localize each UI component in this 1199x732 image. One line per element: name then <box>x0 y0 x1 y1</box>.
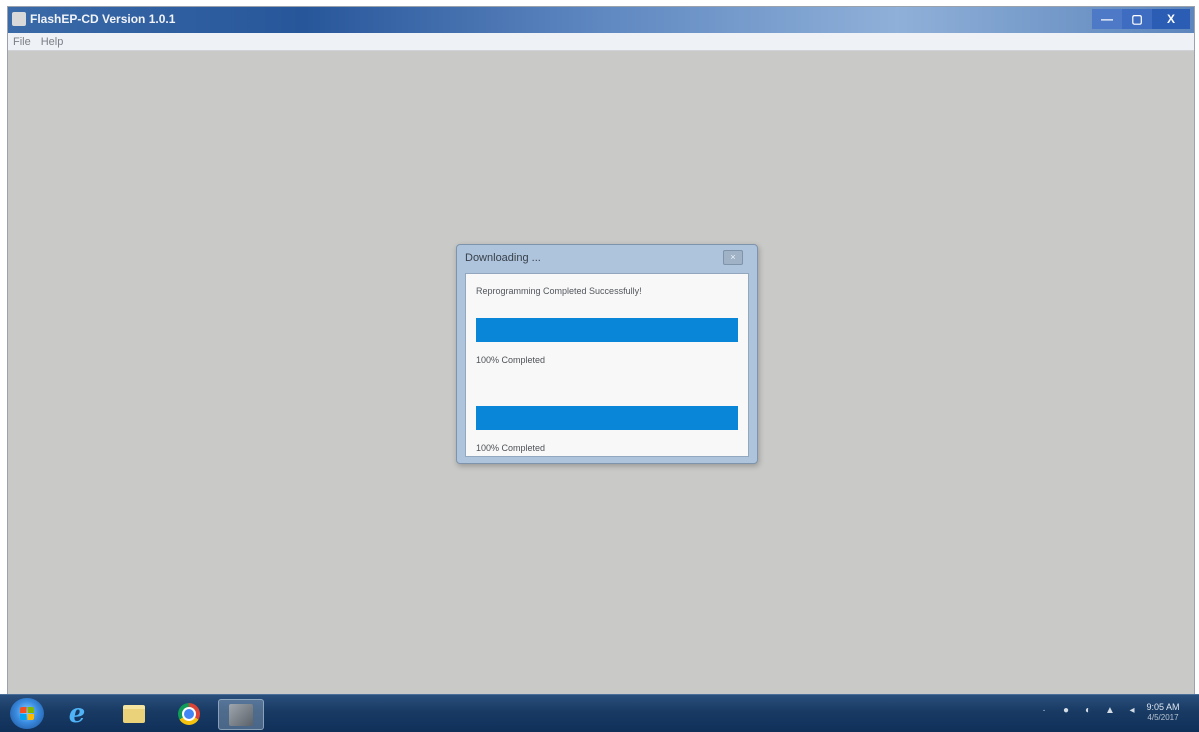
menu-help[interactable]: Help <box>36 36 69 48</box>
progress-bar-2-label: 100% Completed <box>476 443 546 453</box>
chrome-icon <box>178 702 200 725</box>
close-button[interactable]: X <box>1152 9 1190 29</box>
clock-time: 9:05 AM <box>1146 702 1180 712</box>
network-icon[interactable]: ▲ <box>1105 706 1115 716</box>
dialog-body: Reprogramming Completed Successfully! 10… <box>465 273 749 457</box>
system-tray: · ● ◐ ▲ ◂ <box>1039 706 1137 716</box>
volume-icon[interactable]: ◂ <box>1127 706 1137 716</box>
file-explorer-button[interactable] <box>115 699 153 728</box>
flash-app-taskbar-button[interactable] <box>218 699 264 730</box>
start-button[interactable] <box>10 698 44 729</box>
security-icon[interactable]: ◐ <box>1083 706 1093 716</box>
taskbar: e · ● ◐ ▲ ◂ 9:05 AM 4/5/2017 <box>0 694 1199 732</box>
clock-date: 4/5/2017 <box>1147 713 1179 722</box>
dialog-close-button[interactable]: × <box>723 250 743 265</box>
minimize-button[interactable]: — <box>1092 9 1122 29</box>
progress-bar-1-fill <box>476 318 738 342</box>
title-bar[interactable]: FlashEP-CD Version 1.0.1 — ▢ X <box>8 7 1194 33</box>
progress-bar-2 <box>476 406 738 430</box>
maximize-button[interactable]: ▢ <box>1122 9 1152 29</box>
progress-bar-1 <box>476 318 738 342</box>
chrome-button[interactable] <box>170 699 208 728</box>
clock[interactable]: 9:05 AM 4/5/2017 <box>1141 702 1185 722</box>
folder-icon <box>123 704 145 723</box>
app-window: FlashEP-CD Version 1.0.1 — ▢ X File Help… <box>8 7 1194 695</box>
window-controls: — ▢ X <box>1092 9 1190 29</box>
menu-bar: File Help <box>8 33 1194 51</box>
action-center-icon[interactable]: ● <box>1061 706 1071 716</box>
internet-explorer-icon: e <box>68 698 86 729</box>
menu-file[interactable]: File <box>8 36 36 48</box>
status-message: Reprogramming Completed Successfully! <box>476 286 642 296</box>
tray-overflow-icon[interactable]: · <box>1039 706 1049 716</box>
dialog-title: Downloading ... <box>465 252 541 264</box>
window-title: FlashEP-CD Version 1.0.1 <box>30 12 176 26</box>
app-icon <box>12 12 26 26</box>
progress-bar-2-fill <box>476 406 738 430</box>
internet-explorer-button[interactable]: e <box>58 698 96 729</box>
downloading-dialog: Downloading ... × Reprogramming Complete… <box>456 244 758 464</box>
flash-app-icon <box>229 703 253 726</box>
progress-bar-1-label: 100% Completed <box>476 355 546 365</box>
